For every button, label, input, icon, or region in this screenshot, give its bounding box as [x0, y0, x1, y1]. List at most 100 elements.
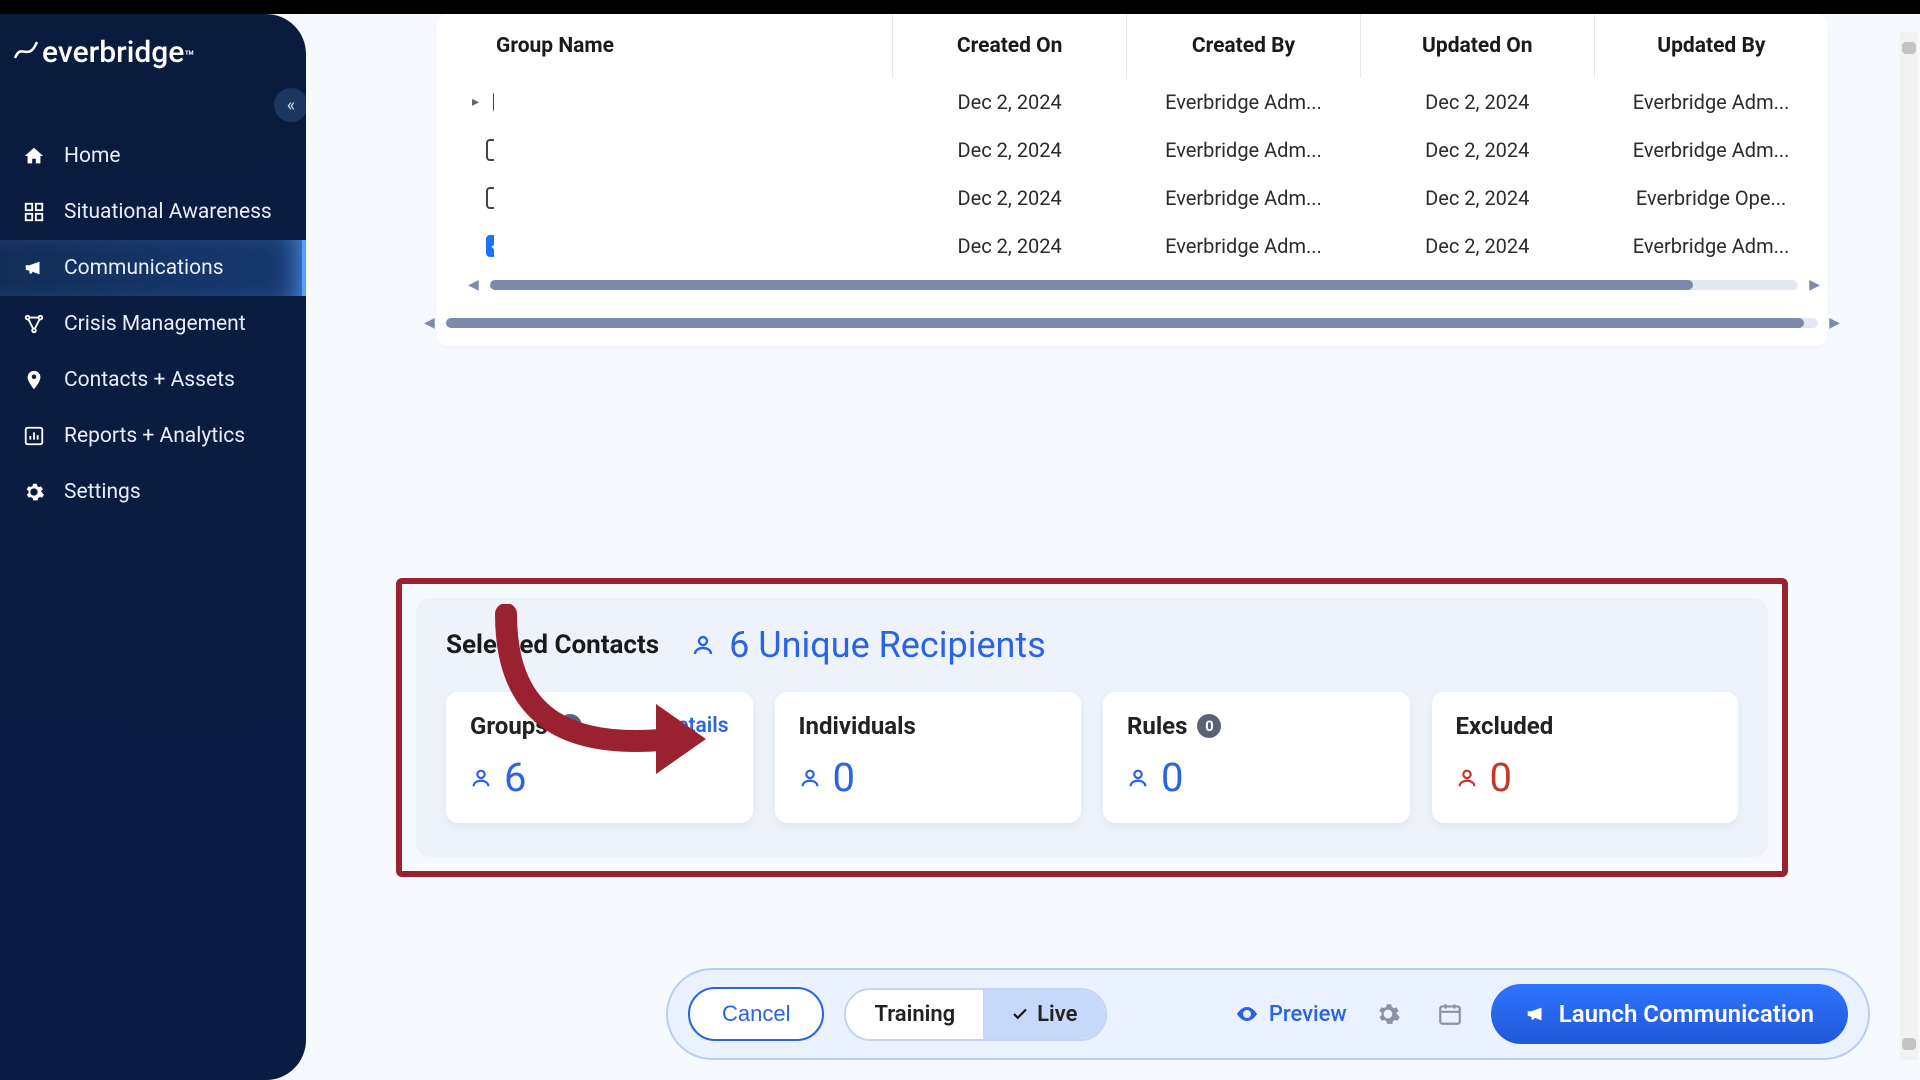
row-updated-on: Dec 2, 2024 — [1360, 78, 1594, 126]
row-created-on: Dec 2, 2024 — [893, 222, 1127, 270]
table-horizontal-scrollbar-outer[interactable]: ◀ ▶ — [446, 318, 1818, 328]
calendar-icon[interactable] — [1429, 1001, 1471, 1027]
card-title: Rules — [1127, 712, 1187, 740]
gear-icon — [22, 481, 46, 503]
person-icon — [691, 633, 715, 657]
selected-contacts-panel: Selected Contacts 6 Unique Recipients Gr… — [416, 598, 1768, 857]
table-row[interactable]: TrainingDec 2, 2024Everbridge Adm...Dec … — [436, 222, 1828, 270]
sidebar-item-label: Reports + Analytics — [64, 424, 245, 448]
row-created-by: Everbridge Adm... — [1127, 222, 1361, 270]
row-created-on: Dec 2, 2024 — [893, 78, 1127, 126]
chart-icon — [22, 425, 46, 447]
launch-communication-button[interactable]: Launch Communication — [1491, 984, 1848, 1044]
table-row[interactable]: StaffingDec 2, 2024Everbridge Adm...Dec … — [436, 174, 1828, 222]
card-excluded[interactable]: Excluded 0 — [1432, 692, 1739, 823]
excluded-value: 0 — [1490, 754, 1512, 801]
cancel-button[interactable]: Cancel — [688, 987, 824, 1041]
sidebar-item-reports-analytics[interactable]: Reports + Analytics — [0, 408, 306, 464]
sidebar-nav: Home Situational Awareness Communication… — [0, 128, 306, 520]
selected-contacts-count: 6 Unique Recipients — [691, 624, 1046, 666]
chevron-left-icon: « — [287, 95, 295, 116]
card-title: Excluded — [1456, 712, 1554, 740]
sidebar-item-label: Communications — [64, 256, 224, 280]
rules-value: 0 — [1161, 754, 1183, 801]
mode-live[interactable]: Live — [983, 990, 1105, 1039]
selected-contacts-label: Selected Contacts — [446, 630, 659, 660]
eye-icon — [1235, 1002, 1259, 1026]
groups-count-badge: 1 — [558, 714, 582, 738]
vertical-scrollbar[interactable] — [1900, 32, 1918, 1060]
sidebar-item-crisis-management[interactable]: Crisis Management — [0, 296, 306, 352]
brand-name: everbridge — [42, 35, 184, 70]
card-rules[interactable]: Rules 0 0 — [1103, 692, 1410, 823]
check-icon — [1011, 1005, 1029, 1023]
column-header-group-name[interactable]: Group Name — [436, 14, 893, 78]
expand-icon[interactable]: ▸ — [472, 94, 479, 110]
row-created-by: Everbridge Adm... — [1127, 78, 1361, 126]
bottom-action-bar: Cancel Training Live Preview Launch Comm… — [666, 968, 1870, 1060]
row-checkbox[interactable] — [486, 139, 494, 161]
sidebar-item-label: Situational Awareness — [64, 200, 272, 224]
preview-button[interactable]: Preview — [1235, 1002, 1347, 1027]
column-header-updated-by[interactable]: Updated By — [1594, 14, 1828, 78]
row-created-on: Dec 2, 2024 — [893, 174, 1127, 222]
logo-swash-icon — [12, 36, 40, 64]
sidebar-item-communications[interactable]: Communications — [0, 240, 306, 296]
scroll-right-icon[interactable]: ▶ — [1829, 315, 1840, 331]
column-header-updated-on[interactable]: Updated On — [1360, 14, 1594, 78]
card-individuals[interactable]: Individuals 0 — [775, 692, 1082, 823]
row-checkbox[interactable] — [493, 91, 494, 113]
row-checkbox[interactable] — [486, 235, 494, 257]
sidebar-collapse-button[interactable]: « — [274, 88, 308, 122]
person-icon — [1127, 767, 1149, 789]
mode-training[interactable]: Training — [846, 990, 983, 1039]
sidebar-item-label: Crisis Management — [64, 312, 246, 336]
row-updated-on: Dec 2, 2024 — [1360, 126, 1594, 174]
row-updated-on: Dec 2, 2024 — [1360, 222, 1594, 270]
selected-contacts-highlight: Selected Contacts 6 Unique Recipients Gr… — [396, 578, 1788, 877]
row-created-by: Everbridge Adm... — [1127, 174, 1361, 222]
row-updated-by: Everbridge Adm... — [1594, 126, 1828, 174]
sidebar-item-home[interactable]: Home — [0, 128, 306, 184]
pin-icon — [22, 369, 46, 391]
card-title: Individuals — [799, 712, 916, 740]
column-header-created-on[interactable]: Created On — [893, 14, 1127, 78]
person-icon — [470, 767, 492, 789]
scroll-left-icon[interactable]: ◀ — [468, 277, 479, 293]
scroll-left-icon[interactable]: ◀ — [424, 315, 435, 331]
row-updated-by: Everbridge Ope... — [1594, 174, 1828, 222]
megaphone-icon — [1525, 1003, 1547, 1025]
person-icon — [799, 767, 821, 789]
sidebar-item-contacts-assets[interactable]: Contacts + Assets — [0, 352, 306, 408]
groups-table: Group Name Created On Created By Updated… — [436, 14, 1828, 270]
megaphone-icon — [22, 257, 46, 279]
sidebar-item-label: Contacts + Assets — [64, 368, 235, 392]
row-updated-by: Everbridge Adm... — [1594, 222, 1828, 270]
row-created-on: Dec 2, 2024 — [893, 126, 1127, 174]
column-header-created-by[interactable]: Created By — [1127, 14, 1361, 78]
sidebar: everbridge™ « Home Situational Awareness… — [0, 14, 306, 1080]
groups-value: 6 — [504, 754, 526, 801]
scroll-right-icon[interactable]: ▶ — [1809, 277, 1820, 293]
row-checkbox[interactable] — [486, 187, 494, 209]
row-created-by: Everbridge Adm... — [1127, 126, 1361, 174]
main-content: Group Name Created On Created By Updated… — [306, 14, 1920, 1080]
mode-toggle[interactable]: Training Live — [844, 988, 1107, 1041]
person-icon — [1456, 767, 1478, 789]
table-row[interactable]: Emergency ServicesDec 2, 2024Everbridge … — [436, 126, 1828, 174]
card-title: Groups — [470, 712, 548, 740]
sidebar-item-settings[interactable]: Settings — [0, 464, 306, 520]
row-updated-by: Everbridge Adm... — [1594, 78, 1828, 126]
row-updated-on: Dec 2, 2024 — [1360, 174, 1594, 222]
individuals-value: 0 — [833, 754, 855, 801]
groups-table-card: Group Name Created On Created By Updated… — [436, 14, 1828, 346]
card-groups[interactable]: Groups 1 Details 6 — [446, 692, 753, 823]
settings-icon[interactable] — [1367, 1001, 1409, 1027]
sidebar-item-label: Home — [64, 144, 121, 168]
sidebar-item-situational-awareness[interactable]: Situational Awareness — [0, 184, 306, 240]
table-row[interactable]: ▸BuildingsDec 2, 2024Everbridge Adm...De… — [436, 78, 1828, 126]
sidebar-item-label: Settings — [64, 480, 141, 504]
rules-count-badge: 0 — [1197, 714, 1221, 738]
table-horizontal-scrollbar-inner[interactable]: ◀ ▶ — [490, 280, 1798, 290]
groups-details-link[interactable]: Details — [663, 714, 728, 738]
